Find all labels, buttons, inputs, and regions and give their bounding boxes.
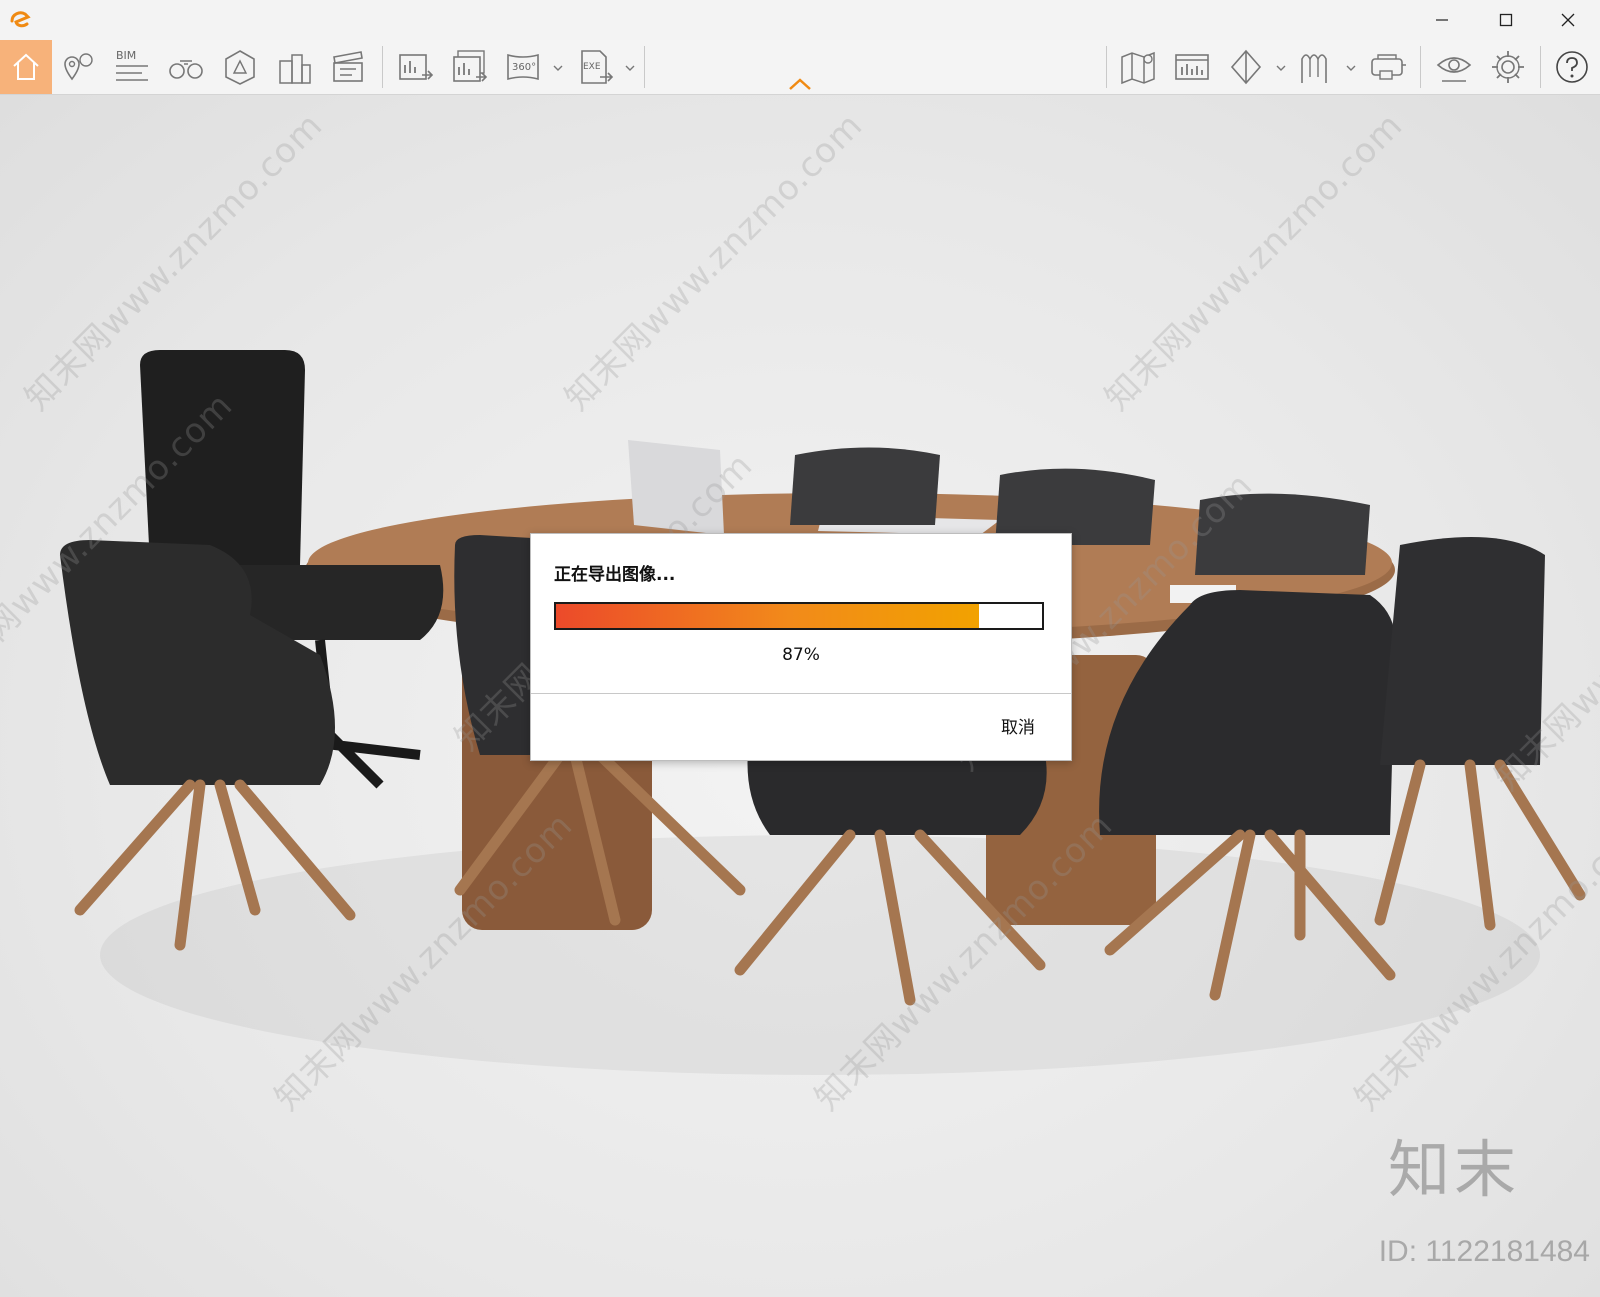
section-button[interactable] xyxy=(1224,45,1268,89)
export-progress-dialog: 正在导出图像... 87% 取消 xyxy=(530,533,1072,761)
eye-icon xyxy=(1436,57,1472,82)
progress-percent: 87% xyxy=(782,645,820,665)
location-button[interactable] xyxy=(56,45,100,89)
svg-text:BIM: BIM xyxy=(116,49,136,62)
panel-button[interactable] xyxy=(1170,45,1214,89)
export-exe-button[interactable]: EXE xyxy=(574,45,618,89)
bim-button[interactable]: BIM xyxy=(110,45,154,89)
vr-button[interactable] xyxy=(1366,45,1410,89)
brand-watermark: 知末 xyxy=(1387,1133,1520,1206)
toolbar-collapse-button[interactable] xyxy=(787,76,813,90)
progress-bar-fill xyxy=(556,604,979,628)
close-icon xyxy=(1561,13,1575,27)
buildings-button[interactable] xyxy=(272,45,316,89)
cancel-button[interactable]: 取消 xyxy=(983,710,1053,740)
svg-text:EXE: EXE xyxy=(583,62,601,72)
batch-export-icon xyxy=(453,50,488,82)
toolbar-separator xyxy=(1106,46,1107,88)
location-pin-icon xyxy=(64,53,93,81)
app-logo-icon xyxy=(8,8,32,32)
help-icon xyxy=(1556,51,1588,83)
scene-asset-button[interactable] xyxy=(218,45,262,89)
panel-icon xyxy=(1175,54,1209,80)
view-button[interactable] xyxy=(1432,45,1476,89)
chevron-down-icon[interactable] xyxy=(552,62,564,74)
export-360-button[interactable]: 360° xyxy=(502,45,546,89)
paths-icon xyxy=(1301,54,1327,83)
help-button[interactable] xyxy=(1550,45,1594,89)
minimize-button[interactable] xyxy=(1410,0,1474,40)
buildings-icon xyxy=(279,54,311,84)
vr-headset-icon xyxy=(1371,54,1406,80)
minimize-icon xyxy=(1436,19,1448,21)
paths-button[interactable] xyxy=(1294,45,1338,89)
close-button[interactable] xyxy=(1536,0,1600,40)
maximize-icon xyxy=(1499,13,1513,27)
export-360-icon: 360° xyxy=(507,53,539,81)
animation-button[interactable] xyxy=(326,45,370,89)
bim-icon: BIM xyxy=(116,49,148,81)
dialog-title: 正在导出图像... xyxy=(554,565,676,585)
map-button[interactable] xyxy=(1116,45,1160,89)
image-id-label: ID: 1122181484 xyxy=(1378,1235,1590,1268)
export-image-icon xyxy=(399,54,434,80)
gear-icon xyxy=(1492,51,1524,83)
chevron-down-icon[interactable] xyxy=(624,62,636,74)
scene-asset-icon xyxy=(225,50,255,85)
export-exe-icon: EXE xyxy=(581,50,614,84)
progress-bar xyxy=(554,602,1044,630)
maximize-button[interactable] xyxy=(1474,0,1538,40)
toolbar-separator xyxy=(382,46,383,88)
toolbar-separator xyxy=(1540,46,1541,88)
svg-text:360°: 360° xyxy=(512,62,536,73)
binoculars-icon xyxy=(169,60,203,79)
chevron-down-icon[interactable] xyxy=(1345,62,1357,74)
export-image-button[interactable] xyxy=(394,45,438,89)
settings-button[interactable] xyxy=(1486,45,1530,89)
home-icon xyxy=(13,53,39,80)
map-icon xyxy=(1121,51,1155,85)
batch-export-button[interactable] xyxy=(448,45,492,89)
chevron-up-icon xyxy=(789,78,811,90)
clapperboard-icon xyxy=(333,51,363,82)
dialog-divider xyxy=(531,693,1071,694)
section-cube-icon xyxy=(1230,49,1262,85)
title-bar xyxy=(0,0,1600,40)
chevron-down-icon[interactable] xyxy=(1275,62,1287,74)
toolbar-separator xyxy=(1420,46,1421,88)
walkthrough-button[interactable] xyxy=(164,45,208,89)
toolbar-separator xyxy=(644,46,645,88)
home-button[interactable] xyxy=(0,40,52,94)
